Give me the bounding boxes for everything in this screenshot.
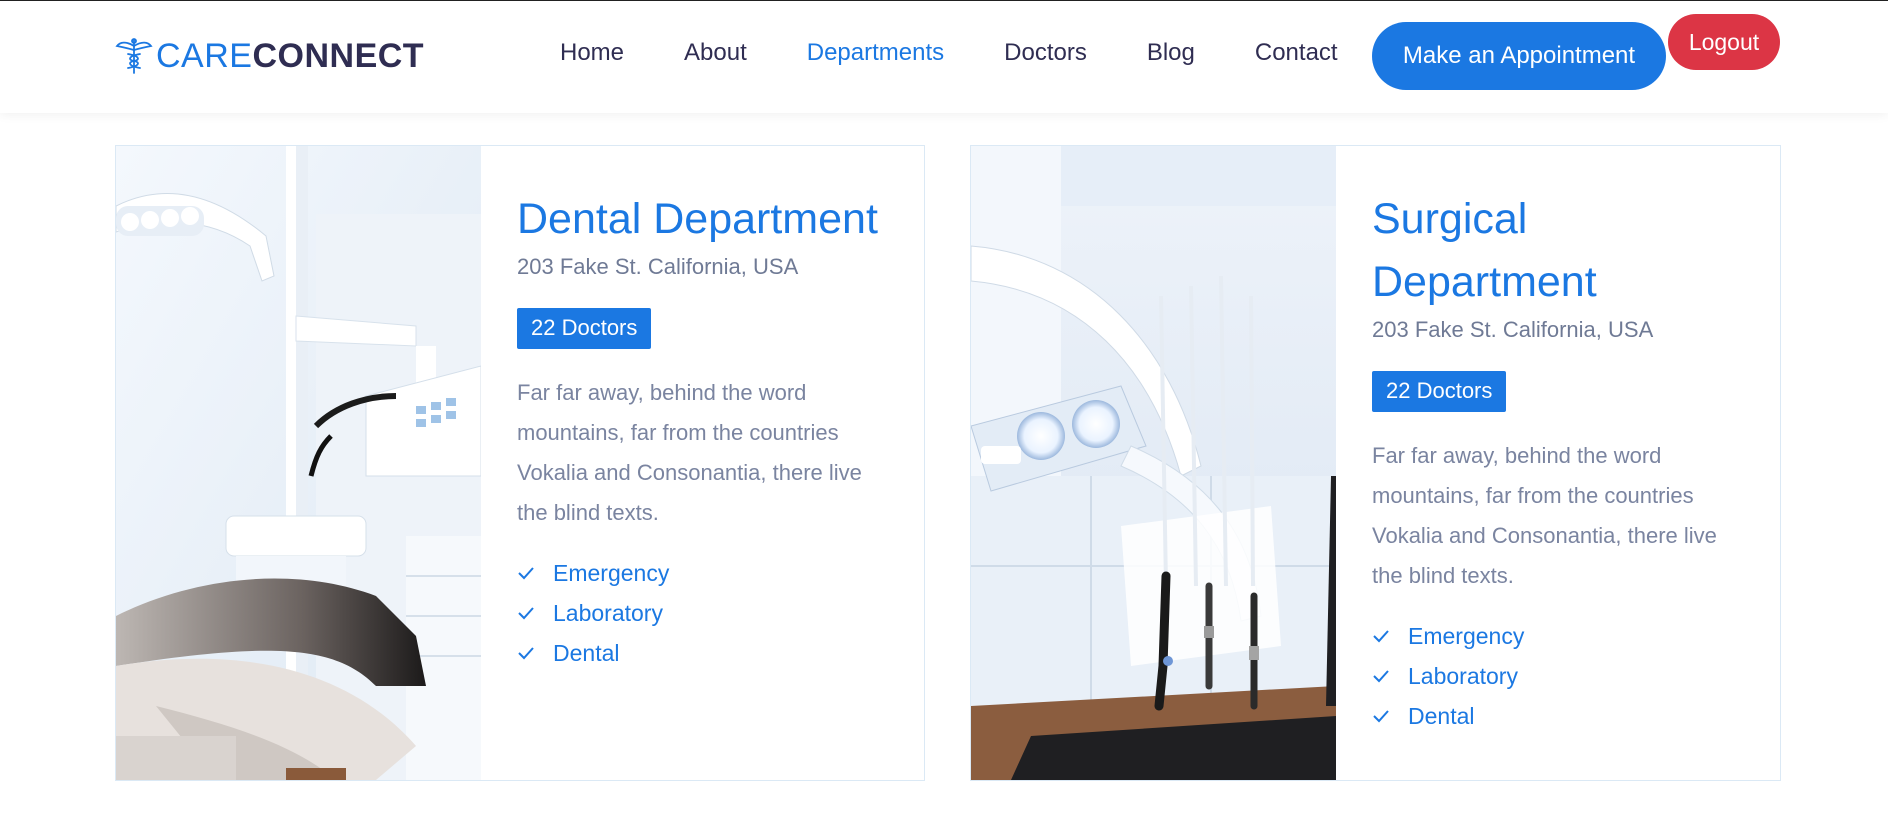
check-icon	[518, 607, 534, 620]
check-icon	[1373, 630, 1389, 643]
department-card-body: Surgical Department 203 Fake St. Califor…	[1336, 146, 1780, 780]
nav-link-departments[interactable]: Departments	[807, 39, 944, 67]
feature-list: Emergency Laboratory Dental	[1372, 616, 1744, 736]
department-card-surgical: Surgical Department 203 Fake St. Califor…	[970, 145, 1781, 781]
department-description: Far far away, behind the word mountains,…	[1372, 443, 1717, 588]
check-icon	[1373, 710, 1389, 723]
feature-item: Laboratory	[517, 593, 888, 633]
check-icon	[518, 647, 534, 660]
nav-link-about[interactable]: About	[684, 39, 747, 67]
feature-item: Emergency	[517, 553, 888, 593]
department-address: 203 Fake St. California, USA	[1372, 317, 1654, 342]
feature-label: Dental	[1408, 702, 1475, 729]
make-appointment-button[interactable]: Make an Appointment	[1372, 22, 1666, 90]
feature-item: Dental	[1372, 696, 1744, 736]
feature-label: Emergency	[1408, 622, 1525, 649]
department-address: 203 Fake St. California, USA	[517, 254, 799, 279]
surgical-equipment-image	[971, 146, 1336, 780]
brand-name-part1: CARE	[156, 36, 253, 75]
feature-list: Emergency Laboratory Dental	[517, 553, 888, 673]
brand-logo[interactable]: CARE CONNECT	[114, 34, 424, 78]
nav-link-doctors[interactable]: Doctors	[1004, 39, 1087, 67]
nav-link-home[interactable]: Home	[560, 39, 624, 67]
feature-item: Laboratory	[1372, 656, 1744, 696]
check-icon	[1373, 670, 1389, 683]
department-title[interactable]: Surgical Department	[1372, 188, 1744, 314]
feature-label: Dental	[553, 639, 620, 666]
department-title[interactable]: Dental Department	[517, 188, 888, 251]
department-description: Far far away, behind the word mountains,…	[517, 380, 862, 525]
nav-link-blog[interactable]: Blog	[1147, 39, 1195, 67]
logout-button[interactable]: Logout	[1668, 14, 1780, 70]
feature-item: Dental	[517, 633, 888, 673]
dental-room-image	[116, 146, 481, 780]
doctors-count-badge: 22 Doctors	[517, 308, 652, 349]
brand-name-part2: CONNECT	[252, 36, 425, 75]
nav-link-contact[interactable]: Contact	[1255, 39, 1338, 67]
feature-item: Emergency	[1372, 616, 1744, 656]
department-card-dental: Dental Department 203 Fake St. Californi…	[115, 145, 925, 781]
doctors-count-badge: 22 Doctors	[1372, 371, 1507, 412]
caduceus-icon	[115, 38, 153, 74]
feature-label: Laboratory	[553, 599, 663, 626]
department-card-body: Dental Department 203 Fake St. Californi…	[481, 146, 924, 780]
feature-label: Laboratory	[1408, 662, 1518, 689]
feature-label: Emergency	[553, 559, 670, 586]
navbar: CARE CONNECT Home About Departments Docto…	[0, 1, 1888, 113]
check-icon	[518, 567, 534, 580]
main-nav: Home About Departments Doctors Blog Cont…	[560, 39, 1398, 67]
